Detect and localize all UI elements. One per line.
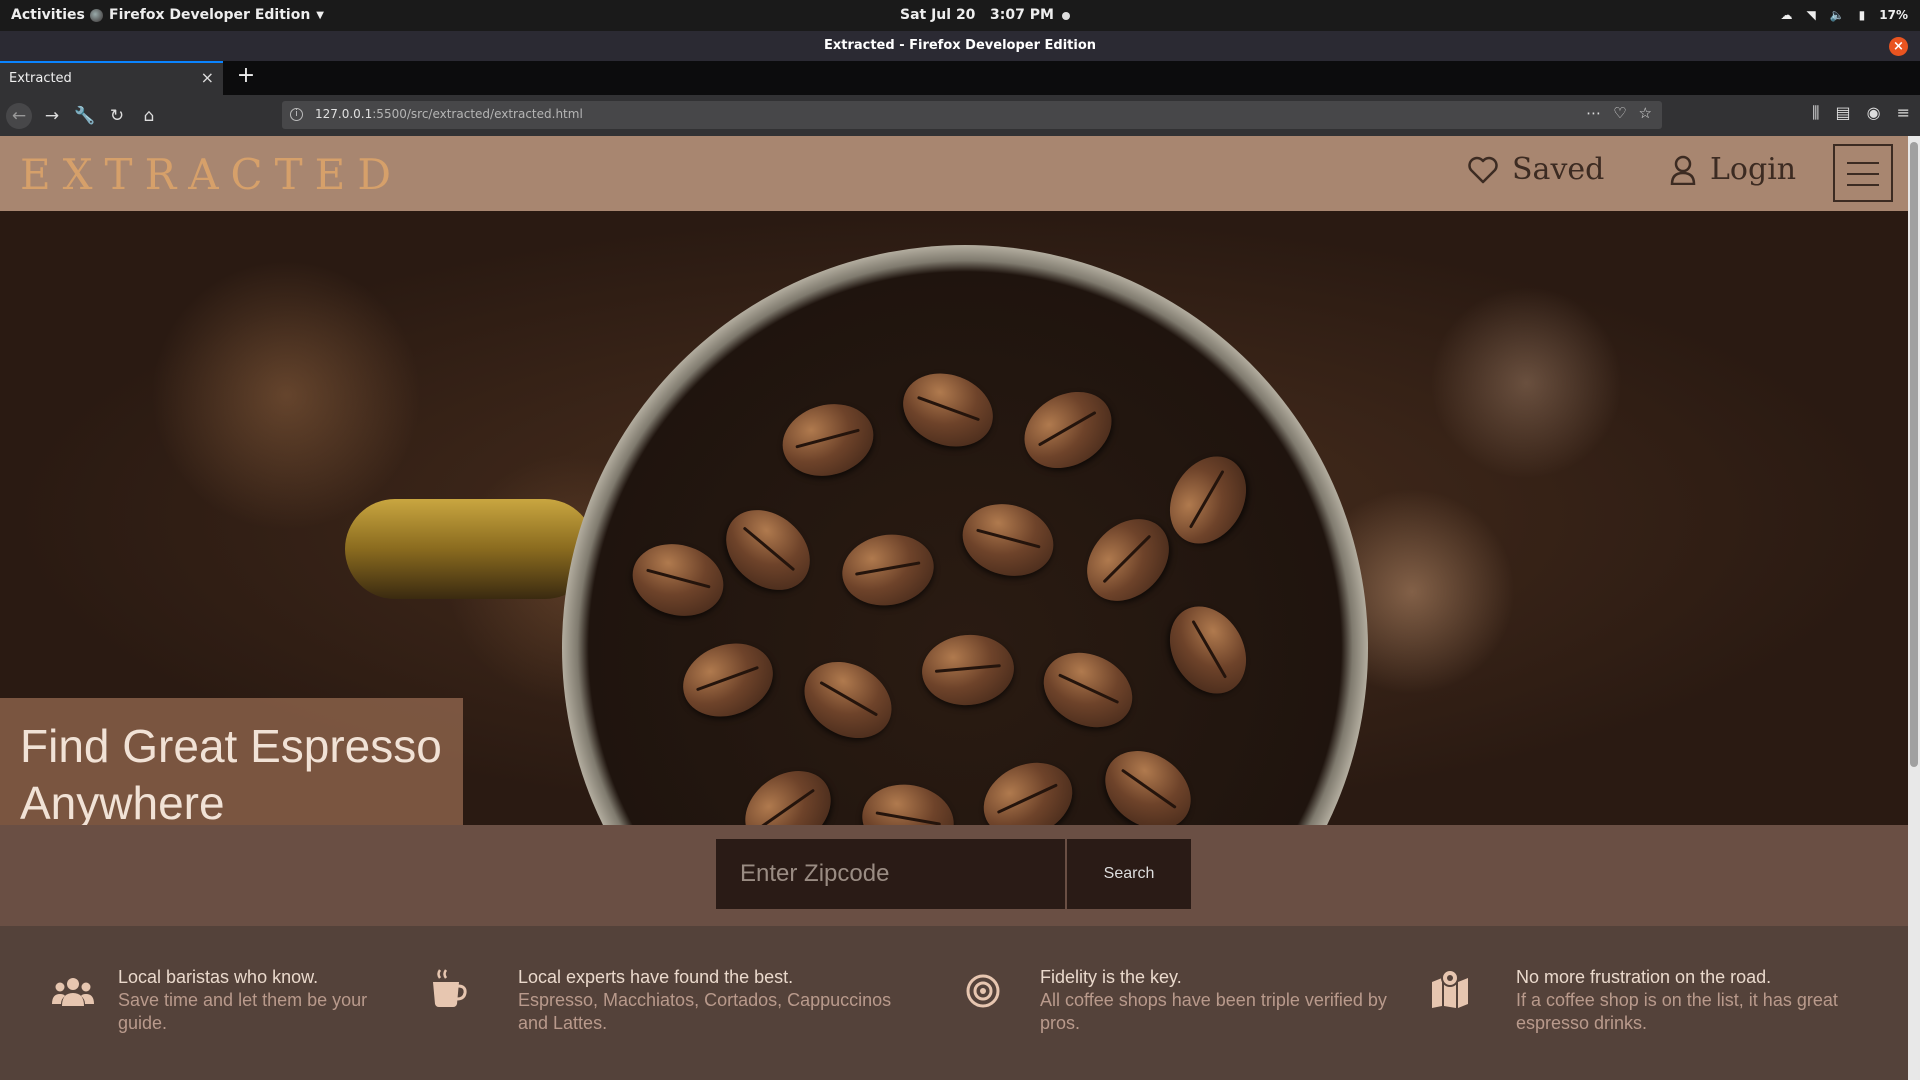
account-icon[interactable]: ◉ (1867, 103, 1881, 123)
wifi-icon: ◥ (1806, 8, 1816, 22)
url-text: 127.0.0.1:5500/src/extracted/extracted.h… (315, 107, 583, 121)
pocket-icon[interactable]: ♡ (1613, 104, 1626, 122)
tab-extracted[interactable]: Extracted × (0, 61, 223, 95)
hero-banner: Find Great Espresso Anywhere (0, 211, 1908, 825)
firefox-icon (90, 9, 103, 22)
cloud-icon: ☁ (1780, 8, 1793, 22)
window-title: Extracted - Firefox Developer Edition (823, 38, 1097, 53)
more-actions-icon[interactable]: ⋯ (1586, 104, 1601, 122)
battery-percent: 17% (1879, 8, 1908, 22)
heart-icon (1468, 156, 1498, 183)
feature-item: No more frustration on the road. If a co… (1516, 966, 1886, 1035)
web-page: EXTRACTED Saved Login Find Great Espress… (0, 136, 1908, 1080)
tab-strip: Extracted × + (0, 61, 1920, 95)
search-button[interactable]: Search (1067, 839, 1191, 909)
new-tab-button[interactable]: + (231, 63, 261, 88)
site-header: EXTRACTED Saved Login (0, 136, 1908, 211)
map-marker-icon (1430, 968, 1470, 1012)
battery-icon: ▮ (1858, 8, 1866, 22)
feature-title: Local experts have found the best. (518, 967, 794, 987)
page-scrollbar[interactable] (1908, 136, 1920, 1080)
tab-close-icon[interactable]: × (201, 68, 214, 87)
library-icon[interactable]: ⫼ (1812, 103, 1819, 123)
menu-icon[interactable]: ≡ (1897, 103, 1910, 123)
wrench-icon[interactable]: 🔧 (72, 103, 98, 129)
system-top-bar: Activities Firefox Developer Edition ▼ S… (0, 0, 1920, 31)
coffee-cup-icon (431, 968, 467, 1012)
reload-button[interactable]: ↻ (104, 103, 130, 129)
forward-button[interactable]: → (39, 103, 65, 129)
feature-description: All coffee shops have been triple verifi… (1040, 990, 1387, 1033)
saved-link[interactable]: Saved (1468, 152, 1604, 187)
hero-headline: Find Great Espresso Anywhere (20, 720, 442, 825)
window-title-bar: Extracted - Firefox Developer Edition × (0, 31, 1920, 61)
user-icon (1670, 155, 1696, 185)
hero-caption: Find Great Espresso Anywhere (0, 698, 463, 825)
app-menu[interactable]: Firefox Developer Edition ▼ (90, 0, 324, 31)
site-logo[interactable]: EXTRACTED (20, 150, 403, 199)
sidebar-icon[interactable]: ▤ (1836, 103, 1851, 123)
scrollbar-thumb[interactable] (1910, 142, 1918, 767)
feature-title: Local baristas who know. (118, 967, 319, 987)
feature-title: Fidelity is the key. (1040, 967, 1182, 987)
chevron-down-icon: ▼ (316, 10, 324, 21)
home-button[interactable]: ⌂ (136, 103, 162, 129)
clock-text: Sat Jul 20 3:07 PM (900, 7, 1054, 23)
feature-description: Espresso, Macchiatos, Cortados, Cappucci… (518, 990, 892, 1033)
features-section: Local baristas who know. Save time and l… (0, 926, 1908, 1080)
feature-item: Fidelity is the key. All coffee shops ha… (1040, 966, 1400, 1035)
app-name: Firefox Developer Edition (109, 7, 311, 23)
feature-item: Local experts have found the best. Espre… (518, 966, 918, 1035)
tab-title: Extracted (9, 71, 72, 86)
volume-icon: 🔈 (1829, 8, 1845, 22)
target-icon (966, 974, 1000, 1012)
search-section: Search (0, 825, 1908, 926)
toolbar-right: ⫼ ▤ ◉ ≡ (1812, 103, 1910, 123)
window-close-button[interactable]: × (1889, 37, 1908, 56)
feature-title: No more frustration on the road. (1516, 967, 1772, 987)
back-button[interactable]: ← (6, 103, 32, 129)
url-bar[interactable]: i 127.0.0.1:5500/src/extracted/extracted… (282, 101, 1662, 129)
saved-label: Saved (1512, 152, 1605, 187)
navigation-toolbar: ← → 🔧 ↻ ⌂ i 127.0.0.1:5500/src/extracted… (0, 95, 1920, 136)
url-host: 127.0.0.1 (315, 107, 373, 121)
info-icon[interactable]: i (290, 108, 303, 121)
activities-button[interactable]: Activities (11, 0, 85, 31)
url-path: :5500/src/extracted/extracted.html (372, 107, 583, 121)
hamburger-menu-button[interactable] (1833, 144, 1893, 202)
notification-dot-icon (1061, 11, 1070, 20)
bookmark-star-icon[interactable]: ☆ (1639, 104, 1652, 122)
url-actions: ⋯ ♡ ☆ (1586, 104, 1652, 122)
login-label: Login (1710, 152, 1797, 187)
zipcode-input[interactable] (716, 839, 1065, 909)
login-link[interactable]: Login (1670, 152, 1796, 187)
feature-item: Local baristas who know. Save time and l… (118, 966, 448, 1035)
system-tray[interactable]: ☁ ◥ 🔈 ▮ 17% (1780, 0, 1908, 31)
feature-description: If a coffee shop is on the list, it has … (1516, 990, 1838, 1033)
users-icon (52, 976, 94, 1012)
mug-handle-image (345, 499, 595, 599)
feature-description: Save time and let them be your guide. (118, 990, 368, 1033)
clock[interactable]: Sat Jul 20 3:07 PM (900, 0, 1070, 31)
